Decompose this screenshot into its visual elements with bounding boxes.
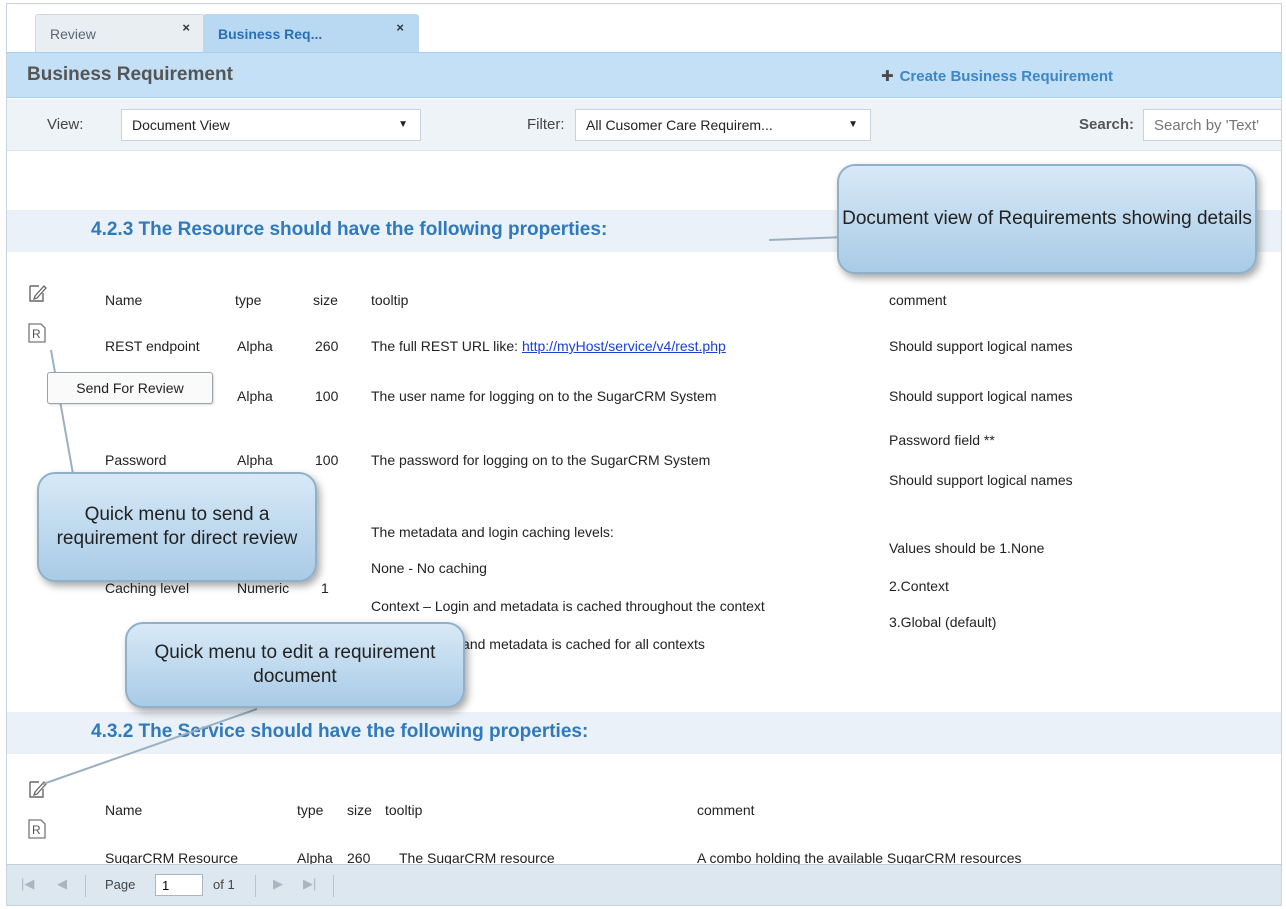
first-page-icon[interactable]: |◀ [21,876,34,892]
page-title: Business Requirement [27,64,233,85]
row-comment: Should support logical names [889,388,1073,404]
column-header-type: type [235,292,262,308]
separator [85,875,86,897]
column-header-tooltip: tooltip [371,292,409,308]
chevron-down-icon: ▼ [848,119,858,130]
view-label: View: [47,116,84,133]
row-comment: Should support logical names [889,472,1073,488]
create-business-requirement-button[interactable]: ✚ Create Business Requirement [881,67,1113,85]
filter-select-value: All Cusomer Care Requirem... [586,117,773,133]
tab-business-requirement[interactable]: Business Req... × [203,14,419,52]
edit-icon[interactable] [27,778,47,800]
column-header-name: Name [105,802,143,818]
row-type: Numeric [237,580,290,596]
page-label: Page [105,877,136,892]
filter-select[interactable]: All Cusomer Care Requirem... ▼ [575,109,871,141]
row-size: 260 [315,338,339,354]
row-comment-line: Values should be 1.None [889,540,1045,556]
last-page-icon[interactable]: ▶| [303,876,316,892]
separator [333,875,334,897]
page-header: Business Requirement ✚ Create Business Re… [7,52,1281,98]
search-label: Search: [1079,116,1135,133]
rest-url-link[interactable]: http://myHost/service/v4/rest.php [522,338,726,354]
create-label: Create Business Requirement [899,68,1113,85]
tab-label: Review [50,26,96,42]
close-icon[interactable]: × [396,9,404,47]
send-review-icon[interactable]: R [27,322,47,344]
separator [255,875,256,897]
prev-page-icon[interactable]: ◀ [57,876,67,892]
row-tooltip-line: The metadata and login caching levels: [371,524,614,540]
edit-icon[interactable] [27,282,47,304]
send-for-review-button[interactable]: Send For Review [47,372,213,404]
page-count: of 1 [213,877,235,892]
tab-label: Business Req... [218,26,323,42]
tooltip-text: The full REST URL like: [371,338,522,354]
column-header-tooltip: tooltip [385,802,423,818]
pagination-bar: |◀ ◀ Page of 1 ▶ ▶| [7,864,1281,905]
column-header-type: type [297,802,324,818]
tab-review[interactable]: Review × [35,14,205,52]
svg-text:R: R [32,823,41,837]
column-header-comment: comment [889,292,947,308]
section-title: 4.3.2 The Service should have the follow… [91,721,589,742]
row-tooltip-line: Context – Login and metadata is cached t… [371,598,765,614]
column-header-size: size [313,292,338,308]
column-header-name: Name [105,292,143,308]
row-comment-line: 2.Context [889,578,949,594]
row-name: Password [105,452,167,468]
app-window: Review × Business Req... × Business Requ… [6,3,1282,906]
row-type: Alpha [237,388,273,404]
filter-label: Filter: [527,116,565,133]
row-tooltip-line: None - No caching [371,560,487,576]
toolbar: View: Document View ▼ Filter: All Cusome… [7,99,1281,151]
tab-bar: Review × Business Req... × [7,4,1281,52]
row-type: Alpha [237,338,273,354]
chevron-down-icon: ▼ [398,119,408,130]
row-size: 1 [321,580,329,596]
row-size: 100 [315,388,339,404]
page-number-input[interactable] [155,874,203,896]
row-tooltip: The user name for logging on to the Suga… [371,388,717,404]
row-tooltip: The full REST URL like: http://myHost/se… [371,338,726,354]
row-type: Alpha [237,452,273,468]
view-select[interactable]: Document View ▼ [121,109,421,141]
row-name: Caching level [105,580,190,596]
search-input[interactable] [1143,109,1281,141]
close-icon[interactable]: × [182,9,190,47]
callout-document-view: Document view of Requirements showing de… [837,164,1257,274]
callout-send-review: Quick menu to send a requirement for dir… [37,472,317,582]
row-comment-line: 3.Global (default) [889,614,997,630]
row-tooltip: The password for logging on to the Sugar… [371,452,711,468]
section-title: 4.2.3 The Resource should have the follo… [91,219,608,240]
section-heading: 4.3.2 The Service should have the follow… [7,712,1281,754]
row-size: 100 [315,452,339,468]
column-header-comment: comment [697,802,755,818]
column-header-size: size [347,802,372,818]
view-select-value: Document View [132,117,230,133]
svg-text:R: R [32,327,41,341]
row-name: REST endpoint [105,338,200,354]
plus-icon: ✚ [881,68,894,85]
next-page-icon[interactable]: ▶ [273,876,283,892]
row-comment: Should support logical names [889,338,1073,354]
send-review-icon[interactable]: R [27,818,47,840]
row-comment: Password field ** [889,432,995,448]
callout-edit: Quick menu to edit a requirement documen… [125,622,465,708]
